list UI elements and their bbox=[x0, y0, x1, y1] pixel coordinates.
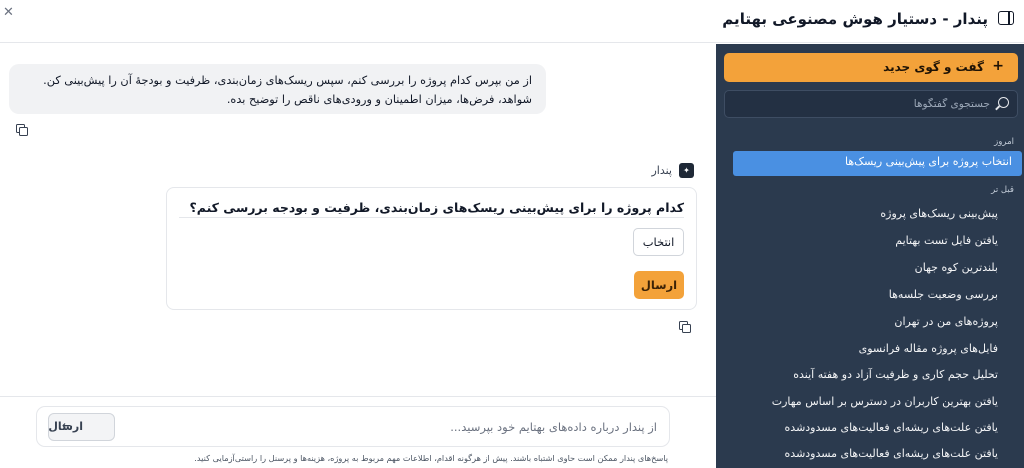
conversation-item[interactable]: بلندترین کوه جهان bbox=[915, 259, 998, 277]
copy-icon[interactable] bbox=[679, 321, 691, 333]
close-icon[interactable]: ✕ bbox=[3, 6, 14, 20]
assistant-name: پندار bbox=[651, 164, 672, 177]
app-title: پندار - دستیار هوش مصنوعی بهتایم bbox=[722, 10, 988, 28]
conversation-item[interactable]: یافتن علت‌های ریشه‌ای فعالیت‌های مسدودشد… bbox=[785, 445, 998, 463]
sidebar-toggle-icon[interactable] bbox=[998, 11, 1014, 25]
arrow-left-icon: ← bbox=[62, 419, 72, 432]
conversation-item[interactable]: یافتن علت‌های ریشه‌ای فعالیت‌های مسدودشد… bbox=[785, 419, 998, 437]
divider bbox=[0, 396, 716, 397]
composer: ارسال ← bbox=[36, 406, 670, 447]
conversation-item[interactable]: تحلیل حجم کاری و ظرفیت آزاد دو هفته آیند… bbox=[793, 366, 998, 384]
assistant-avatar-icon: ✦ bbox=[679, 163, 694, 178]
divider bbox=[179, 217, 684, 218]
message-input[interactable] bbox=[117, 414, 657, 440]
assistant-card: کدام پروژه را برای پیش‌بینی ریسک‌های زما… bbox=[166, 187, 697, 310]
title-bar: ✕ پندار - دستیار هوش مصنوعی بهتایم bbox=[0, 0, 1024, 43]
new-chat-label: گفت و گوی جدید bbox=[883, 60, 984, 74]
conversation-item[interactable]: پروژه‌های من در تهران bbox=[894, 313, 998, 331]
send-button[interactable]: ارسال ← bbox=[48, 413, 115, 441]
search-input[interactable] bbox=[750, 95, 990, 113]
plus-icon: + bbox=[992, 58, 1004, 74]
chat-area: از من بپرس کدام پروژه را بررسی کنم، سپس … bbox=[0, 44, 716, 468]
conversation-item[interactable]: پیش‌بینی ریسک‌های پروژه bbox=[880, 205, 998, 223]
conversation-item[interactable]: بررسی وضعیت جلسه‌ها bbox=[889, 286, 998, 304]
section-label-older: قبل تر bbox=[991, 185, 1014, 195]
card-send-button[interactable]: ارسال bbox=[634, 271, 684, 299]
user-message: از من بپرس کدام پروژه را بررسی کنم، سپس … bbox=[9, 64, 546, 114]
conversation-item[interactable]: فایل‌های پروژه مقاله فرانسوی bbox=[859, 340, 998, 358]
conversation-item[interactable]: یافتن فایل تست بهتایم bbox=[895, 232, 998, 250]
conversation-item-active[interactable]: انتخاب پروژه برای پیش‌بینی ریسک‌ها bbox=[733, 151, 1022, 176]
search-icon bbox=[998, 97, 1009, 108]
sidebar: + گفت و گوی جدید امروز انتخاب پروژه برای… bbox=[716, 44, 1024, 468]
section-label-today: امروز bbox=[994, 137, 1014, 147]
new-chat-button[interactable]: + گفت و گوی جدید bbox=[724, 53, 1018, 82]
copy-icon[interactable] bbox=[16, 124, 28, 136]
project-select[interactable]: انتخاب bbox=[633, 228, 684, 256]
disclaimer: پاسخ‌های پندار ممکن است حاوی اشتباه باشن… bbox=[194, 453, 668, 463]
search-box bbox=[724, 90, 1018, 118]
conversation-label: انتخاب پروژه برای پیش‌بینی ریسک‌ها bbox=[844, 155, 1012, 168]
card-question: کدام پروژه را برای پیش‌بینی ریسک‌های زما… bbox=[189, 200, 684, 215]
conversation-item[interactable]: یافتن بهترین کاربران در دسترس بر اساس مه… bbox=[772, 393, 998, 411]
